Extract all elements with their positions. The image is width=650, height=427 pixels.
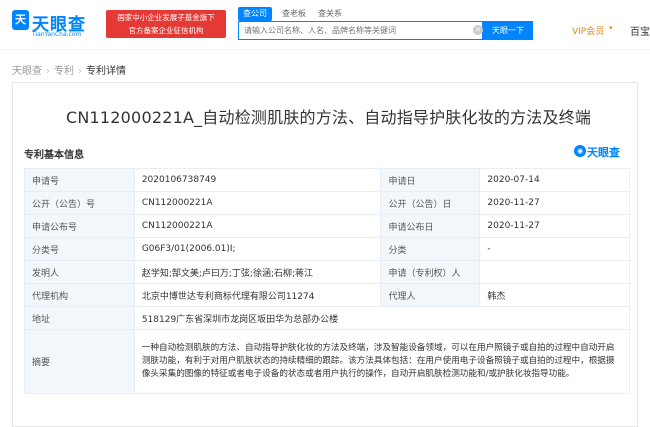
site-logo[interactable]: 天 天眼查 TianYanCha.com xyxy=(12,10,102,40)
breadcrumb-separator: › xyxy=(46,66,50,77)
chevron-down-icon[interactable]: ▾ xyxy=(609,24,613,32)
value-classification: - xyxy=(479,237,630,261)
search-input[interactable] xyxy=(239,22,474,39)
label-address: 地址 xyxy=(24,306,135,330)
tab-company[interactable]: 查公司 xyxy=(238,7,272,21)
value-abstract: 一种自动检测肌肤的方法、自动指导护肤化妆的方法及终端，涉及智能设备领域，可以在用… xyxy=(133,329,631,394)
label-agency: 代理机构 xyxy=(24,283,135,307)
table-row: 发明人 赵学知;郜文美;卢曰万;丁弦;徐涵;石柳;蒋江 申请（专利权）人 xyxy=(24,260,630,284)
tab-boss[interactable]: 查老板 xyxy=(282,7,306,21)
breadcrumb-separator: › xyxy=(78,66,82,77)
value-application-date: 2020-07-14 xyxy=(479,168,630,192)
breadcrumb-patent[interactable]: 专利 xyxy=(54,66,74,77)
section-title: 专利基本信息 xyxy=(24,150,84,161)
table-row: 申请号 2020106738749 申请日 2020-07-14 xyxy=(24,168,630,192)
value-agency: 北京中博世达专利商标代理有限公司11274 xyxy=(133,283,382,307)
table-row: 公开（公告）号 CN112000221A 公开（公告）日 2020-11-27 xyxy=(24,191,630,215)
value-app-publication-date: 2020-11-27 xyxy=(479,214,630,238)
table-row: 申请公布号 CN112000221A 申请公布日 2020-11-27 xyxy=(24,214,630,238)
value-address: 518129广东省深圳市龙岗区坂田华为总部办公楼 xyxy=(133,306,631,330)
breadcrumb: 天眼查 › 专利 › 专利详情 xyxy=(12,62,126,77)
clear-icon[interactable]: ✕ xyxy=(473,25,483,35)
label-app-publication-date: 申请公布日 xyxy=(380,214,481,238)
breadcrumb-current: 专利详情 xyxy=(86,66,126,77)
table-row: 摘要 一种自动检测肌肤的方法、自动指导护肤化妆的方法及终端，涉及智能设备领域，可… xyxy=(24,329,631,394)
value-publication-date: 2020-11-27 xyxy=(479,191,630,215)
label-app-publication-no: 申请公布号 xyxy=(24,214,135,238)
breadcrumb-home[interactable]: 天眼查 xyxy=(12,66,42,77)
label-abstract: 摘要 xyxy=(24,329,135,394)
value-agent: 韩杰 xyxy=(479,283,630,307)
table-row: 地址 518129广东省深圳市龙岗区坂田华为总部办公楼 xyxy=(24,306,631,330)
gov-certification-badge: 国家中小企业发展子基金旗下 官方备案企业征信机构 xyxy=(106,10,226,38)
tab-relation[interactable]: 查关系 xyxy=(318,7,342,21)
patent-info-table: 申请号 2020106738749 申请日 2020-07-14 公开（公告）号… xyxy=(24,168,631,394)
value-classification-no: G06F3/01(2006.01)I; xyxy=(133,237,382,261)
value-publication-no: CN112000221A xyxy=(133,191,382,215)
label-applicant: 申请（专利权）人 xyxy=(380,260,481,284)
vip-member-link[interactable]: VIP会员 xyxy=(572,24,604,37)
label-inventors: 发明人 xyxy=(24,260,135,284)
label-publication-date: 公开（公告）日 xyxy=(380,191,481,215)
logo-subtitle: TianYanCha.com xyxy=(32,31,82,38)
watermark-text: 天眼查 xyxy=(587,146,620,159)
table-row: 分类号 G06F3/01(2006.01)I; 分类 - xyxy=(24,237,630,261)
label-publication-no: 公开（公告）号 xyxy=(24,191,135,215)
baike-link[interactable]: 百宝 xyxy=(630,23,650,38)
value-application-no: 2020106738749 xyxy=(133,168,382,192)
gov-badge-line1: 国家中小企业发展子基金旗下 xyxy=(117,13,215,22)
search-box: ✕ xyxy=(238,21,483,40)
gov-badge-line2: 官方备案企业征信机构 xyxy=(128,26,204,35)
value-app-publication-no: CN112000221A xyxy=(133,214,382,238)
label-agent: 代理人 xyxy=(380,283,481,307)
top-header: 天 天眼查 TianYanCha.com 国家中小企业发展子基金旗下 官方备案企… xyxy=(0,0,650,50)
patent-title: CN112000221A_自动检测肌肤的方法、自动指导护肤化妆的方法及终端 xyxy=(66,108,592,127)
label-application-no: 申请号 xyxy=(24,168,135,192)
label-classification: 分类 xyxy=(380,237,481,261)
label-classification-no: 分类号 xyxy=(24,237,135,261)
table-row: 代理机构 北京中博世达专利商标代理有限公司11274 代理人 韩杰 xyxy=(24,283,630,307)
value-applicant xyxy=(479,260,630,284)
value-inventors: 赵学知;郜文美;卢曰万;丁弦;徐涵;石柳;蒋江 xyxy=(133,260,382,284)
logo-badge-icon: 天 xyxy=(12,10,29,30)
label-application-date: 申请日 xyxy=(380,168,481,192)
eye-logo-icon: ◉ xyxy=(574,145,586,157)
search-button[interactable]: 天眼一下 xyxy=(483,21,533,40)
